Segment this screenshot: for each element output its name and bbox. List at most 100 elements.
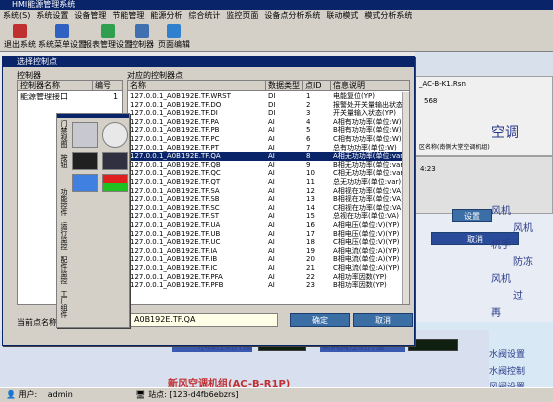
point-name: 127.0.0.1_A0B192E.TF.PT (130, 143, 219, 152)
point-type: AI (268, 264, 275, 272)
point-grid-scrollbar[interactable] (402, 92, 409, 304)
point-row[interactable]: 127.0.0.1_A0B192E.TF.SA AI 12 A相视在功率(单位:VA) (128, 187, 403, 196)
point-row[interactable]: 127.0.0.1_A0B192E.TF.QB AI 9 B相无功功率(单位:var) (128, 160, 403, 170)
controller-name: 能源管理接口 (20, 93, 68, 101)
point-row[interactable]: 127.0.0.1_A0B192E.TF.IB AI 20 B相电流(单位:A)(YP… (128, 255, 402, 264)
point-id: 11 (306, 178, 315, 186)
point-id: 4 (306, 117, 311, 126)
point-name: 127.0.0.1_A0B192E.TF.QB (130, 160, 221, 169)
point-desc: B相功率因数(YP) (333, 281, 387, 290)
menu-settings-icon (55, 24, 69, 38)
point-row[interactable]: 127.0.0.1_A0B192E.TF.PT AI 7 总有功功率(单位:W) (128, 144, 402, 153)
point-row[interactable]: 127.0.0.1_A0B192E.TF.ST AI 15 总视在功率(单位:VA) (128, 212, 402, 221)
cancel-button[interactable]: 取消 (353, 313, 413, 327)
point-row[interactable]: 127.0.0.1_A0B192E.TF.UC AI 18 C相电压(单位:V)(YP… (128, 238, 402, 247)
point-type: DI (268, 109, 276, 118)
palette-tab-0[interactable]: 门禁视图 (58, 120, 68, 152)
point-type: AI (268, 255, 275, 264)
point-row[interactable]: 127.0.0.1_A0B192E.TF.SB AI 13 B相视在功率(单位:VA) (128, 195, 403, 204)
point-id: 19 (306, 246, 315, 255)
toolbar-button-4[interactable]: 页面编辑 (158, 24, 190, 50)
digital-display-icon[interactable] (72, 152, 98, 170)
gauge-widget-icon[interactable] (102, 122, 128, 148)
point-row[interactable]: 127.0.0.1_A0B192E.TF.UB AI 17 B相电压(单位:V)(YP… (128, 230, 402, 239)
point-row[interactable]: 127.0.0.1_A0B192E.TF.PFA AI 22 A相功率因数(YP) (128, 273, 402, 282)
point-name-header[interactable]: 名称 (128, 81, 266, 91)
point-row[interactable]: 127.0.0.1_A0B192E.TF.SC AI 14 C相视在功率(单位:VA) (128, 204, 403, 213)
meter-widget-icon[interactable] (102, 152, 128, 170)
point-row[interactable]: 127.0.0.1_A0B192E.TF.PB AI 5 B相有功功率(单位:W) (128, 126, 402, 135)
point-type: DI (268, 100, 276, 109)
ok-button[interactable]: 确定 (290, 313, 350, 327)
menu-item-2[interactable]: 设备管理 (71, 10, 109, 22)
menu-item-1[interactable]: 系统设置 (33, 10, 71, 22)
controller-name-header[interactable]: 控制器名称 (18, 81, 93, 91)
toolbar-button-label: 系统菜单设置 (38, 40, 86, 49)
toolbar-button-label: 退出系统 (4, 40, 36, 49)
point-type: AI (268, 160, 275, 169)
point-row[interactable]: 127.0.0.1_A0B192E.TF.PA AI 4 A相有功功率(单位:W) (128, 118, 402, 127)
point-type-header[interactable]: 数据类型 (266, 81, 303, 91)
device-label: 过 (513, 291, 523, 302)
dialog-title-bar: 选择控制点 (3, 57, 414, 67)
palette-tab-5[interactable]: 工厂组件 (58, 290, 68, 322)
palette-tab-3[interactable]: 运行监控 (58, 222, 68, 254)
point-row[interactable]: 127.0.0.1_A0B192E.TF.IA AI 19 A相电流(单位:A)(YP… (128, 247, 402, 256)
point-row[interactable]: 127.0.0.1_A0B192E.TF.QC AI 10 C相无功功率(单位:var… (128, 169, 403, 178)
menu-item-5[interactable]: 综合统计 (185, 10, 223, 22)
point-row[interactable]: 127.0.0.1_A0B192E.TF.QT AI 11 总无功功率(单位:var) (128, 178, 402, 187)
device-label: 机手 (491, 240, 511, 251)
point-name: 127.0.0.1_A0B192E.TF.PA (130, 117, 219, 126)
point-desc: B相有功功率(单位:W) (333, 126, 402, 135)
point-name: 127.0.0.1_A0B192E.TF.DO (130, 100, 222, 109)
point-name: 127.0.0.1_A0B192E.TF.UC (130, 238, 221, 247)
menu-item-3[interactable]: 节能管理 (109, 10, 147, 22)
point-row[interactable]: 127.0.0.1_A0B192E.TF.UA AI 16 A相电压(单位:V)(YP… (128, 221, 402, 230)
window-title-bar: HMI能源管理系统 (0, 0, 553, 10)
point-rows: 127.0.0.1_A0B192E.TF.WRST DI 1 电能复位(YP) 127.… (128, 92, 403, 304)
point-row[interactable]: 127.0.0.1_A0B192E.TF.DI DI 3 开关量输入状态(YP) (128, 109, 402, 118)
point-row[interactable]: 127.0.0.1_A0B192E.TF.PFB AI 23 B相功率因数(YP) (128, 281, 402, 290)
page-edit-icon (167, 24, 181, 38)
controller-row[interactable]: 能源管理接口 1 (18, 93, 122, 102)
controller-id-header[interactable]: 编号 (93, 81, 122, 91)
point-id: 21 (306, 264, 315, 272)
point-id: 18 (306, 238, 315, 247)
menu-item-6[interactable]: 监控页面 (223, 10, 261, 22)
toolbar-button-label: 报表管理设置 (84, 40, 132, 49)
menu-item-7[interactable]: 设备点分析系统 (261, 10, 323, 22)
point-name: 127.0.0.1_A0B192E.TF.PB (130, 126, 220, 135)
point-desc-header[interactable]: 信息说明 (331, 81, 409, 91)
menu-item-8[interactable]: 联动模式 (323, 10, 361, 22)
palette-tab-2[interactable]: 功能控件 (58, 188, 68, 220)
toolbar-button-1[interactable]: 系统菜单设置 (38, 24, 86, 50)
point-desc: 总有功功率(单位:W) (333, 143, 397, 152)
point-id: 20 (306, 255, 315, 264)
point-desc: A相有功功率(单位:W) (333, 117, 402, 126)
point-id: 1 (306, 92, 311, 100)
point-row[interactable]: 127.0.0.1_A0B192E.TF.WRST DI 1 电能复位(YP) (128, 92, 402, 101)
point-row[interactable]: 127.0.0.1_A0B192E.TF.QA AI 8 A相无功功率(单位:var) (128, 152, 403, 161)
device-label: 风机 (513, 223, 533, 234)
point-grid: 名称 数据类型 点ID 信息说明 127.0.0.1_A0B192E.TF.WR… (127, 80, 410, 305)
menu-item-4[interactable]: 能源分析 (147, 10, 185, 22)
point-id: 3 (306, 109, 311, 118)
point-row[interactable]: 127.0.0.1_A0B192E.TF.PC AI 6 C相有功功率(单位:W) (128, 135, 402, 144)
toolbar-button-0[interactable]: 退出系统 (4, 24, 36, 50)
palette-tab-4[interactable]: 配件监控 (58, 256, 68, 288)
point-row[interactable]: 127.0.0.1_A0B192E.TF.DO DI 2 报警处开关量输出状态 (128, 100, 403, 110)
menu-item-0[interactable]: 系统(S) (0, 10, 33, 22)
palette-tab-1[interactable]: 按钮 (58, 154, 68, 186)
point-desc: 报警处开关量输出状态 (333, 100, 403, 109)
menu-item-9[interactable]: 模式分析系统 (361, 10, 415, 22)
toolbar-button-3[interactable]: 控制器 (130, 24, 154, 50)
aircon-title: 空调 (491, 125, 519, 141)
block-3d-icon[interactable] (72, 174, 98, 192)
point-id-header[interactable]: 点ID (303, 81, 331, 91)
status-light-icon[interactable] (102, 174, 128, 192)
toolbar-button-2[interactable]: 报表管理设置 (84, 24, 132, 50)
point-id: 6 (306, 135, 311, 143)
point-type: AI (268, 195, 275, 204)
dashboard-widget-icon[interactable] (72, 122, 98, 148)
point-row[interactable]: 127.0.0.1_A0B192E.TF.IC AI 21 C相电流(单位:A)(YP… (128, 264, 402, 273)
